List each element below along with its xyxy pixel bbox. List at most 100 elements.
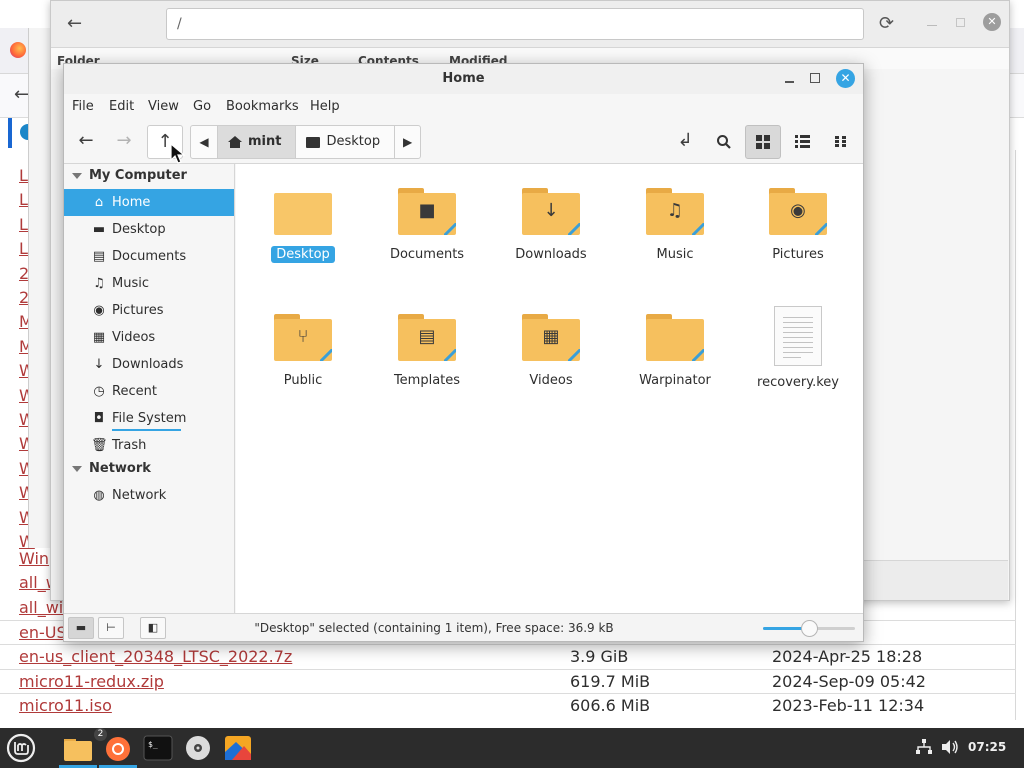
background-minimize-button[interactable] — [927, 15, 939, 27]
file-label: Desktop — [271, 246, 335, 263]
background-path-field[interactable]: / — [166, 8, 864, 40]
sidebar-item-label: Recent — [112, 384, 157, 399]
listing-file-link[interactable]: Win — [19, 547, 49, 571]
menu-edit[interactable]: Edit — [109, 99, 134, 114]
breadcrumb-left-button[interactable]: ◀ — [191, 126, 217, 158]
window-title: Home — [442, 71, 485, 86]
firefox-taskbar-button[interactable]: 2 — [94, 728, 134, 764]
sidebar-item-downloads[interactable]: ↓ Downloads — [64, 351, 234, 378]
sidebar-item-recent[interactable]: ◷ Recent — [64, 378, 234, 405]
expander-icon — [72, 172, 82, 179]
reload-icon[interactable]: ⟳ — [879, 13, 894, 34]
listing-file-date: 2024-Sep-09 05:42 — [772, 671, 926, 691]
show-tree-button[interactable]: ⊢ — [98, 617, 124, 639]
window-count-badge: 2 — [94, 728, 107, 741]
breadcrumb-home[interactable]: mint — [217, 126, 296, 158]
file-item-warpinator[interactable]: Warpinator — [620, 310, 730, 389]
sidebar-item-documents[interactable]: ▤ Documents — [64, 243, 234, 270]
file-item-pictures[interactable]: ◉ Pictures — [743, 184, 853, 263]
firefox-tab-icon — [10, 42, 26, 58]
minimize-button[interactable] — [783, 72, 797, 86]
sidebar-item-music[interactable]: ♫ Music — [64, 270, 234, 297]
browser-back-icon[interactable]: ← — [14, 84, 29, 105]
mint-menu-icon[interactable] — [5, 732, 37, 764]
background-close-button[interactable]: ✕ — [983, 13, 1001, 31]
folder-icon: ↓ — [522, 184, 580, 238]
sidebar-item-home[interactable]: ⌂ Home — [64, 189, 234, 216]
icon-view[interactable]: Desktop ■ Documents ↓ Downloads ♫ Music ◉ Pictur… — [236, 164, 863, 613]
file-item-documents[interactable]: ■ Documents — [372, 184, 482, 263]
drawing-taskbar-button[interactable] — [222, 732, 254, 764]
file-item-recovery-key[interactable]: recovery.key — [743, 306, 853, 391]
folder-icon: ▤ — [398, 310, 456, 364]
grid-icon — [756, 135, 770, 149]
media-taskbar-button[interactable] — [182, 732, 214, 764]
file-item-desktop[interactable]: Desktop — [248, 184, 358, 263]
background-maximize-button[interactable] — [956, 18, 965, 27]
listing-file-link[interactable]: en-us_client_20348_LTSC_2022.7z — [19, 645, 292, 669]
file-item-templates[interactable]: ▤ Templates — [372, 310, 482, 389]
zoom-slider-handle[interactable] — [801, 620, 818, 637]
terminal-taskbar-button[interactable]: $_ — [142, 732, 174, 764]
menu-view[interactable]: View — [148, 99, 179, 114]
files-taskbar-button[interactable] — [62, 732, 94, 764]
list-view-button[interactable] — [784, 125, 820, 159]
clock[interactable]: 07:25 — [968, 740, 1006, 754]
background-back-icon[interactable]: ← — [67, 13, 82, 34]
back-arrow-icon: ← — [78, 130, 94, 151]
terminal-icon: $_ — [143, 735, 173, 761]
menu-bar: File Edit View Go Bookmarks Help — [64, 94, 863, 120]
listing-file-link[interactable]: micro11-redux.zip — [19, 670, 164, 694]
sidebar-item-label: File System — [112, 411, 187, 426]
folder-icon: ▦ — [522, 310, 580, 364]
volume-tray-icon[interactable] — [941, 739, 959, 759]
sidebar-item-videos[interactable]: ▦ Videos — [64, 324, 234, 351]
file-item-music[interactable]: ♫ Music — [620, 184, 730, 263]
close-button[interactable]: ✕ — [836, 69, 855, 88]
icon-view-button[interactable] — [745, 125, 781, 159]
listing-file-date: 2024-Apr-25 18:28 — [772, 647, 923, 667]
sidebar-item-desktop[interactable]: ▬ Desktop — [64, 216, 234, 243]
menu-file[interactable]: File — [72, 99, 94, 114]
sidebar-item-pictures[interactable]: ◉ Pictures — [64, 297, 234, 324]
menu-help[interactable]: Help — [310, 99, 340, 114]
taskbar: 2 $_ 07:25 — [0, 728, 1024, 768]
zoom-slider[interactable] — [763, 620, 855, 637]
file-item-public[interactable]: ⑂ Public — [248, 310, 358, 389]
sidebar-item-network[interactable]: ◍ Network — [64, 482, 234, 509]
file-item-downloads[interactable]: ↓ Downloads — [496, 184, 606, 263]
file-item-videos[interactable]: ▦ Videos — [496, 310, 606, 389]
expander-icon — [72, 465, 82, 472]
compact-view-button[interactable] — [823, 125, 859, 159]
sidebar-item-label: Pictures — [112, 303, 164, 318]
toggle-location-button[interactable]: ↲ — [667, 125, 703, 159]
hide-sidebar-button[interactable]: ◧ — [140, 617, 166, 639]
svg-text:$_: $_ — [148, 740, 158, 749]
forward-button[interactable]: → — [106, 125, 142, 159]
menu-bookmarks[interactable]: Bookmarks — [226, 99, 299, 114]
tree-icon: ⊢ — [106, 621, 116, 634]
sidebar-item-file-system[interactable]: ◘ File System — [64, 405, 234, 432]
sidebar-section-network[interactable]: Network — [72, 461, 151, 476]
back-button[interactable]: ← — [68, 125, 104, 159]
drawing-icon — [225, 736, 251, 760]
sidebar-section-label: Network — [89, 461, 151, 476]
search-button[interactable] — [706, 125, 742, 159]
breadcrumb-desktop[interactable]: Desktop — [295, 126, 394, 158]
forward-arrow-icon: → — [116, 130, 132, 151]
show-places-button[interactable]: ▬ — [68, 617, 94, 639]
listing-file-link[interactable]: en-US — [19, 621, 67, 645]
breadcrumb-right-button[interactable]: ▶ — [394, 126, 420, 158]
listing-file-size: 3.9 GiB — [570, 647, 629, 667]
music-icon: ♫ — [93, 276, 105, 291]
status-text: "Desktop" selected (containing 1 item), … — [254, 621, 614, 635]
sidebar-section-my-computer[interactable]: My Computer — [72, 168, 187, 183]
maximize-button[interactable] — [810, 73, 820, 83]
listing-file-link[interactable]: micro11.iso — [19, 694, 112, 718]
network-tray-icon[interactable] — [916, 739, 932, 759]
title-bar[interactable]: Home ✕ — [64, 64, 863, 94]
menu-go[interactable]: Go — [193, 99, 211, 114]
sidebar-item-trash[interactable]: 🗑 Trash — [64, 432, 234, 459]
download-icon: ↓ — [93, 357, 105, 372]
breadcrumb: ◀ mint Desktop ▶ — [190, 125, 422, 159]
